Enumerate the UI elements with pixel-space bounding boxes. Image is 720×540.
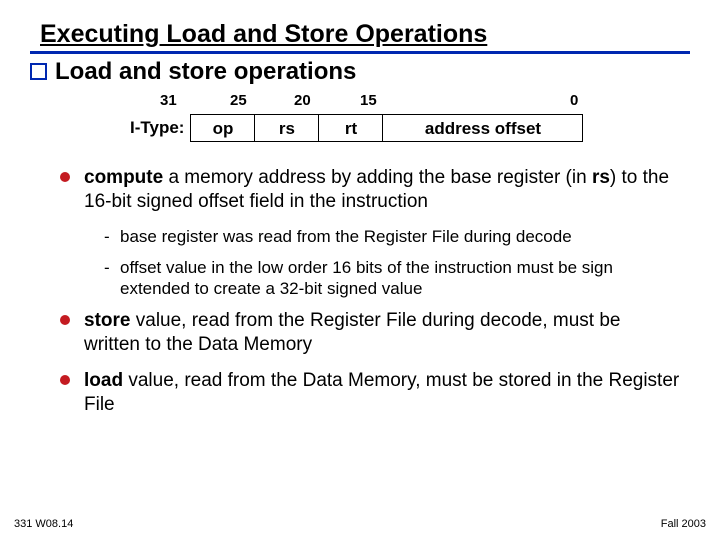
footer-left: 331 W08.14 (14, 518, 73, 530)
slide-title: Executing Load and Store Operations (30, 20, 690, 54)
field-rt: rt (318, 114, 382, 142)
body-text: compute a memory address by adding the b… (30, 166, 690, 416)
tick-31: 31 (160, 92, 177, 109)
bullet-compute-lead: compute (84, 167, 168, 188)
slide: Executing Load and Store Operations Load… (0, 0, 720, 540)
bullet-store: store value, read from the Register File… (60, 309, 680, 357)
tick-0: 0 (570, 92, 578, 109)
subtitle-text: Load and store operations (55, 58, 356, 86)
bullet-store-lead: store (84, 310, 136, 331)
tick-15: 15 (360, 92, 377, 109)
format-label: I-Type: (130, 118, 184, 138)
field-offset: address offset (382, 114, 582, 142)
format-row: I-Type: op rs rt address offset (130, 114, 590, 142)
bullet-compute-t1: a memory address by adding the base regi… (168, 167, 592, 188)
subbullet-base-register: base register was read from the Register… (60, 226, 680, 247)
subbullet-offset-sign-ext: offset value in the low order 16 bits of… (60, 257, 680, 300)
bullet-compute: compute a memory address by adding the b… (60, 166, 680, 214)
tick-25: 25 (230, 92, 247, 109)
field-op: op (190, 114, 254, 142)
bullet-compute-rs: rs (592, 167, 610, 188)
tick-20: 20 (294, 92, 311, 109)
bullet-load: load value, read from the Data Memory, m… (60, 369, 680, 417)
footer-right: Fall 2003 (661, 518, 706, 530)
field-rs: rs (254, 114, 318, 142)
bullet-load-rest: value, read from the Data Memory, must b… (84, 370, 679, 415)
instruction-format: 31 25 20 15 0 I-Type: op rs rt address o… (130, 92, 590, 142)
bullet-store-rest: value, read from the Register File durin… (84, 310, 621, 355)
subtitle-row: Load and store operations (30, 58, 690, 86)
bullet-load-lead: load (84, 370, 128, 391)
format-fields: op rs rt address offset (190, 114, 583, 142)
bit-ticks: 31 25 20 15 0 (130, 92, 590, 114)
square-bullet-icon (30, 63, 47, 80)
